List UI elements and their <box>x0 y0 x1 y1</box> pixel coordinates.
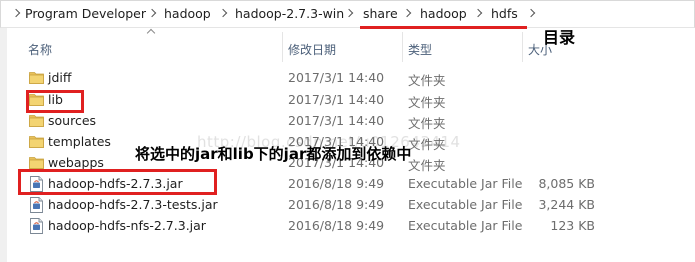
file-date: 2016/8/18 9:49 <box>288 197 385 212</box>
file-type: 文件夹 <box>408 95 446 110</box>
file-date: 2017/3/1 14:40 <box>288 113 385 128</box>
file-row[interactable]: lib 2017/3/1 14:40 文件夹 <box>0 90 695 111</box>
sort-up-icon <box>146 28 156 38</box>
chevron-right-icon[interactable] <box>473 8 483 18</box>
file-date: 2016/8/18 9:49 <box>288 176 385 191</box>
file-row[interactable]: jdiff 2017/3/1 14:40 文件夹 <box>0 68 695 89</box>
file-type: 文件夹 <box>408 137 446 152</box>
file-type: Executable Jar File <box>408 197 523 212</box>
column-header-type[interactable]: 类型 <box>408 41 432 58</box>
file-name[interactable]: hadoop-hdfs-nfs-2.7.3.jar <box>48 218 206 233</box>
column-divider[interactable] <box>522 32 523 62</box>
breadcrumb-share[interactable]: share <box>363 6 398 21</box>
file-size: 8,085 KB <box>538 176 595 191</box>
file-size: 123 KB <box>550 218 595 233</box>
file-row[interactable]: sources 2017/3/1 14:40 文件夹 <box>0 111 695 132</box>
file-type: 文件夹 <box>408 116 446 131</box>
file-size: 3,244 KB <box>538 197 595 212</box>
address-bar[interactable]: Program Developer hadoop hadoop-2.7.3-wi… <box>0 0 695 28</box>
chevron-right-icon[interactable] <box>218 8 228 18</box>
column-header-date[interactable]: 修改日期 <box>288 41 336 58</box>
breadcrumb-hadoop-win[interactable]: hadoop-2.7.3-win <box>235 6 344 21</box>
annotation-box-lib <box>26 90 84 113</box>
file-name[interactable]: templates <box>48 134 111 149</box>
jar-file-icon <box>30 218 43 234</box>
file-type: Executable Jar File <box>408 176 523 191</box>
chevron-right-icon[interactable] <box>147 8 157 18</box>
breadcrumb-program-developer[interactable]: Program Developer <box>25 6 146 21</box>
folder-icon <box>29 157 44 169</box>
annotation-box-jar <box>18 169 217 195</box>
annotation-directory-label: 目录 <box>543 28 576 47</box>
file-date: 2017/3/1 14:40 <box>288 92 385 107</box>
chevron-right-icon[interactable] <box>344 8 354 18</box>
chevron-right-icon[interactable] <box>11 8 21 18</box>
file-type: 文件夹 <box>408 158 446 173</box>
file-row[interactable]: hadoop-hdfs-nfs-2.7.3.jar 2016/8/18 9:49 E… <box>0 216 695 237</box>
chevron-right-icon[interactable] <box>402 8 412 18</box>
folder-icon <box>29 115 44 127</box>
chevron-right-icon[interactable] <box>526 8 536 18</box>
file-type: Executable Jar File <box>408 218 523 233</box>
file-date: 2016/8/18 9:49 <box>288 218 385 233</box>
folder-icon <box>29 136 44 148</box>
file-name[interactable]: webapps <box>48 155 104 170</box>
file-type: 文件夹 <box>408 73 446 88</box>
file-name[interactable]: sources <box>48 113 96 128</box>
file-name[interactable]: jdiff <box>48 70 72 85</box>
breadcrumb-hdfs[interactable]: hdfs <box>491 6 518 21</box>
annotation-underline <box>360 26 527 29</box>
annotation-instruction: 将选中的jar和lib下的jar都添加到依赖中 <box>135 145 412 163</box>
breadcrumb-hadoop-2[interactable]: hadoop <box>420 6 467 21</box>
column-divider[interactable] <box>402 32 403 62</box>
folder-icon <box>29 72 44 84</box>
file-date: 2017/3/1 14:40 <box>288 70 385 85</box>
breadcrumb-hadoop[interactable]: hadoop <box>164 6 211 21</box>
jar-file-icon <box>30 197 43 213</box>
column-header-name[interactable]: 名称 <box>28 41 52 58</box>
file-row[interactable]: hadoop-hdfs-2.7.3-tests.jar 2016/8/18 9:4… <box>0 195 695 216</box>
column-divider[interactable] <box>282 32 283 62</box>
file-name[interactable]: hadoop-hdfs-2.7.3-tests.jar <box>48 197 218 212</box>
